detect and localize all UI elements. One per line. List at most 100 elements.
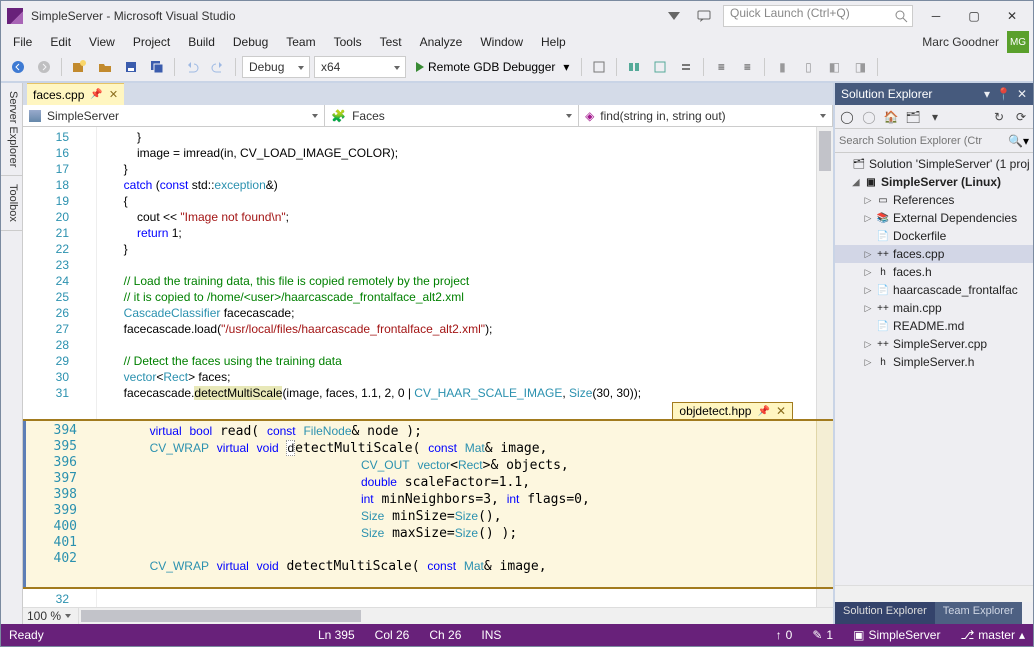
- new-project-button[interactable]: [68, 56, 90, 78]
- home-icon[interactable]: 🏠: [883, 109, 899, 125]
- tree-node[interactable]: ▷++SimpleServer.cpp: [835, 335, 1033, 353]
- fwd-icon[interactable]: ◯: [861, 109, 877, 125]
- indent-right-button[interactable]: ≡: [736, 56, 758, 78]
- save-button[interactable]: [120, 56, 142, 78]
- pin-icon[interactable]: 📌: [90, 89, 102, 100]
- menu-window[interactable]: Window: [472, 33, 531, 51]
- close-pane-icon[interactable]: ✕: [1017, 87, 1027, 101]
- peek-vscrollbar[interactable]: [816, 421, 833, 587]
- bookmark-button[interactable]: ◧: [823, 56, 845, 78]
- menu-team[interactable]: Team: [278, 33, 323, 51]
- code-text[interactable]: } image = imread(in, CV_LOAD_IMAGE_COLOR…: [97, 127, 816, 419]
- uncomment-button[interactable]: ▯: [797, 56, 819, 78]
- refresh-icon[interactable]: ▾: [927, 109, 943, 125]
- solution-tree[interactable]: 🗂Solution 'SimpleServer' (1 proj◢▣Simple…: [835, 153, 1033, 585]
- dropdown-icon[interactable]: ▾: [984, 87, 990, 101]
- step-button-1[interactable]: [623, 56, 645, 78]
- bookmark2-button[interactable]: ◨: [849, 56, 871, 78]
- status-ins[interactable]: INS: [481, 628, 501, 642]
- status-publish-up[interactable]: ↑ 0: [776, 628, 793, 642]
- back-icon[interactable]: ◯: [839, 109, 855, 125]
- comment-button[interactable]: ▮: [771, 56, 793, 78]
- se-search[interactable]: 🔍 ▾: [835, 129, 1033, 153]
- status-branch[interactable]: ⎇ master ▴: [960, 628, 1025, 642]
- close-peek-icon[interactable]: ✕: [776, 404, 786, 418]
- save-all-button[interactable]: [146, 56, 168, 78]
- undo-button[interactable]: [181, 56, 203, 78]
- pin-icon[interactable]: 📌: [757, 406, 769, 417]
- tree-node[interactable]: 📄README.md: [835, 317, 1033, 335]
- user-avatar[interactable]: MG: [1007, 31, 1029, 53]
- document-tab-well: faces.cpp 📌 ✕: [23, 83, 833, 105]
- signed-in-user[interactable]: Marc Goodner: [922, 35, 1005, 49]
- tree-node[interactable]: ▷▭References: [835, 191, 1033, 209]
- code-editor-tail[interactable]: 32: [23, 589, 833, 607]
- nav-member[interactable]: ◈find(string in, string out): [579, 105, 833, 127]
- menu-debug[interactable]: Debug: [225, 33, 276, 51]
- menu-edit[interactable]: Edit: [42, 33, 79, 51]
- status-project[interactable]: ▣ SimpleServer: [853, 628, 940, 642]
- status-ch[interactable]: Ch 26: [429, 628, 461, 642]
- outline-margin[interactable]: [79, 127, 97, 419]
- tree-node[interactable]: ◢▣SimpleServer (Linux): [835, 173, 1033, 191]
- tree-node[interactable]: 🗂Solution 'SimpleServer' (1 proj: [835, 155, 1033, 173]
- show-all-icon[interactable]: ⟳: [1013, 109, 1029, 125]
- open-file-button[interactable]: [94, 56, 116, 78]
- code-editor-main[interactable]: 1516171819202122232425262728293031 } ima…: [23, 127, 833, 419]
- rail-toolbox[interactable]: Toolbox: [1, 176, 22, 231]
- step-button-3[interactable]: [675, 56, 697, 78]
- quick-launch[interactable]: Quick Launch (Ctrl+Q): [723, 5, 913, 27]
- tree-node[interactable]: ▷📄haarcascade_frontalfac: [835, 281, 1033, 299]
- line-numbers: 1516171819202122232425262728293031: [23, 127, 79, 419]
- config-combo[interactable]: Debug: [242, 56, 310, 78]
- indent-left-button[interactable]: ≡: [710, 56, 732, 78]
- close-tab-icon[interactable]: ✕: [109, 88, 118, 101]
- vscrollbar[interactable]: [816, 127, 833, 419]
- browse-button[interactable]: [588, 56, 610, 78]
- menu-build[interactable]: Build: [180, 33, 223, 51]
- menu-test[interactable]: Test: [372, 33, 410, 51]
- menu-help[interactable]: Help: [533, 33, 574, 51]
- maximize-button[interactable]: ▢: [959, 5, 989, 27]
- nav-class[interactable]: 🧩Faces: [325, 105, 579, 127]
- menu-project[interactable]: Project: [125, 33, 178, 51]
- zoom-combo[interactable]: 100 %: [23, 608, 79, 624]
- tree-node[interactable]: ▷hSimpleServer.h: [835, 353, 1033, 371]
- nav-fwd-button[interactable]: [33, 56, 55, 78]
- pane-header[interactable]: Solution Explorer ▾ 📍 ✕: [835, 83, 1033, 105]
- nav-scope[interactable]: SimpleServer: [23, 105, 325, 127]
- se-hscroll[interactable]: [835, 585, 1033, 602]
- editor-hscroll[interactable]: 100 %: [23, 607, 833, 624]
- tree-node[interactable]: ▷++main.cpp: [835, 299, 1033, 317]
- pin-icon[interactable]: 📍: [996, 87, 1011, 101]
- tree-node[interactable]: ▷📚External Dependencies: [835, 209, 1033, 227]
- doc-tab-faces[interactable]: faces.cpp 📌 ✕: [27, 83, 124, 105]
- peek-tab[interactable]: objdetect.hpp 📌 ✕: [672, 402, 793, 419]
- bottom-tab[interactable]: Team Explorer: [935, 602, 1022, 624]
- menu-file[interactable]: File: [5, 33, 40, 51]
- start-debug-button[interactable]: Remote GDB Debugger▾: [410, 56, 575, 78]
- step-button-2[interactable]: [649, 56, 671, 78]
- notifications-icon[interactable]: [666, 8, 682, 24]
- tree-node[interactable]: ▷hfaces.h: [835, 263, 1033, 281]
- nav-back-button[interactable]: [7, 56, 29, 78]
- redo-button[interactable]: [207, 56, 229, 78]
- status-col[interactable]: Col 26: [375, 628, 410, 642]
- rail-server-explorer[interactable]: Server Explorer: [1, 83, 22, 176]
- close-button[interactable]: ✕: [997, 5, 1027, 27]
- tree-node[interactable]: 📄Dockerfile: [835, 227, 1033, 245]
- tree-node[interactable]: ▷++faces.cpp: [835, 245, 1033, 263]
- minimize-button[interactable]: ─: [921, 5, 951, 27]
- se-search-input[interactable]: [839, 135, 1008, 147]
- status-pending[interactable]: ✎ 1: [812, 628, 833, 642]
- status-ln[interactable]: Ln 395: [318, 628, 355, 642]
- bottom-tab[interactable]: Solution Explorer: [835, 602, 935, 624]
- menu-view[interactable]: View: [81, 33, 123, 51]
- platform-combo[interactable]: x64: [314, 56, 406, 78]
- feedback-icon[interactable]: [696, 8, 712, 24]
- menu-analyze[interactable]: Analyze: [412, 33, 471, 51]
- collapse-icon[interactable]: ↻: [991, 109, 1007, 125]
- sync-icon[interactable]: 🗂: [905, 109, 921, 125]
- peek-code-text[interactable]: virtual bool read( const FileNode& node …: [87, 421, 816, 587]
- menu-tools[interactable]: Tools: [326, 33, 370, 51]
